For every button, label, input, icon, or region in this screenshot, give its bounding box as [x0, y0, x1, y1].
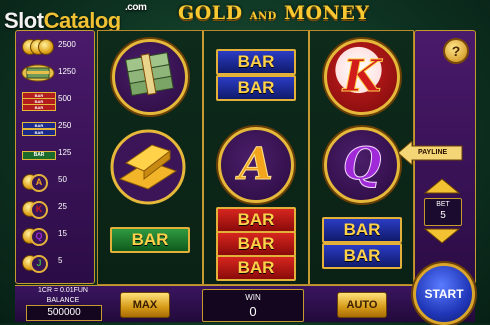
paytable-value: 1250 — [58, 67, 76, 76]
balance-label: BALANCE — [46, 297, 80, 304]
letter-k-icon: K — [342, 51, 382, 103]
help-button[interactable]: ? — [443, 38, 469, 64]
game-title: GOLD AND MONEY — [178, 2, 369, 24]
credit-info: 1CR = 0.01FUN — [38, 287, 88, 294]
paytable-row: Q 15 — [20, 224, 94, 246]
slot-game-screen: SlotCatalog .com GOLD AND MONEY 2500 125… — [0, 0, 490, 325]
title-word1: GOLD — [178, 2, 243, 24]
letter-a-icon: A — [238, 139, 274, 191]
paytable-row: 1250 — [20, 62, 94, 84]
reel-2: BAR BAR A BAR BAR BAR — [204, 31, 308, 284]
paytable-value: 15 — [58, 229, 67, 238]
win-label: WIN — [245, 293, 261, 302]
title-word2: MONEY — [283, 2, 370, 24]
bar-symbol: BAR — [216, 231, 296, 257]
paytable-value: 2500 — [58, 40, 76, 49]
paytable-value: 500 — [58, 94, 72, 103]
bar-symbol: BAR — [322, 217, 402, 243]
letter-a-icon: A — [20, 172, 56, 192]
balance-value: 500000 — [26, 305, 102, 321]
bar-symbol: BAR — [216, 255, 296, 281]
paytable-row: K 25 — [20, 197, 94, 219]
paytable-row: J 5 — [20, 251, 94, 273]
bar-symbol: BAR — [110, 227, 190, 253]
bet-display: BET 5 — [424, 198, 462, 226]
win-value: 0 — [249, 304, 257, 319]
paytable-value: 125 — [58, 148, 72, 157]
letter-k-icon: K — [20, 199, 56, 219]
single-bar-green-icon: BAR — [20, 145, 56, 163]
paytable-value: 250 — [58, 121, 72, 130]
bet-label: BET — [436, 201, 450, 208]
letter-q-icon: Q — [342, 139, 382, 191]
start-button[interactable]: START — [413, 263, 475, 325]
bet-value: 5 — [440, 210, 446, 221]
bar-symbol: BAR — [216, 49, 296, 75]
paytable-row: A 50 — [20, 170, 94, 192]
paytable-value: 5 — [58, 256, 63, 265]
watermark-suffix: .com — [125, 2, 147, 13]
bet-decrease-button[interactable] — [424, 228, 460, 244]
triple-bar-blue-icon: BAR BAR — [20, 118, 56, 136]
bet-increase-button[interactable] — [424, 178, 460, 194]
letter-k-symbol: K — [324, 39, 400, 115]
paytable-value: 25 — [58, 202, 67, 211]
paytable-row: 2500 — [20, 35, 94, 57]
triple-bar-red-icon: BAR BAR BAR — [20, 91, 56, 111]
paytable-value: 50 — [58, 175, 67, 184]
money-stack-icon — [20, 64, 56, 82]
letter-j-icon: J — [20, 253, 56, 273]
auto-spin-button[interactable]: AUTO — [337, 292, 387, 318]
letter-a-symbol: A — [218, 127, 294, 203]
payline-label: PAYLINE — [418, 149, 448, 156]
bar-symbol: BAR — [216, 75, 296, 101]
letter-q-icon: Q — [20, 226, 56, 246]
letter-q-symbol: Q — [324, 127, 400, 203]
coin-stack-icon — [20, 37, 56, 55]
paytable-row: BAR BAR 250 — [20, 116, 94, 138]
paytable-panel: 2500 1250 BAR BAR BAR 500 BAR BAR 250 BA… — [15, 30, 95, 284]
gold-bars-icon — [108, 127, 188, 207]
max-bet-button[interactable]: MAX — [120, 292, 170, 318]
reel-area: BAR BAR BAR A BAR BAR BAR K Q BAR BAR — [97, 30, 414, 285]
win-display: WIN 0 — [202, 289, 304, 322]
bar-symbol: BAR — [322, 243, 402, 269]
reel-1: BAR — [98, 31, 202, 284]
money-stack-icon — [112, 39, 188, 115]
bar-symbol: BAR — [216, 207, 296, 233]
paytable-row: BAR 125 — [20, 143, 94, 165]
paytable-row: BAR BAR BAR 500 — [20, 89, 94, 111]
title-connector: AND — [249, 11, 277, 22]
